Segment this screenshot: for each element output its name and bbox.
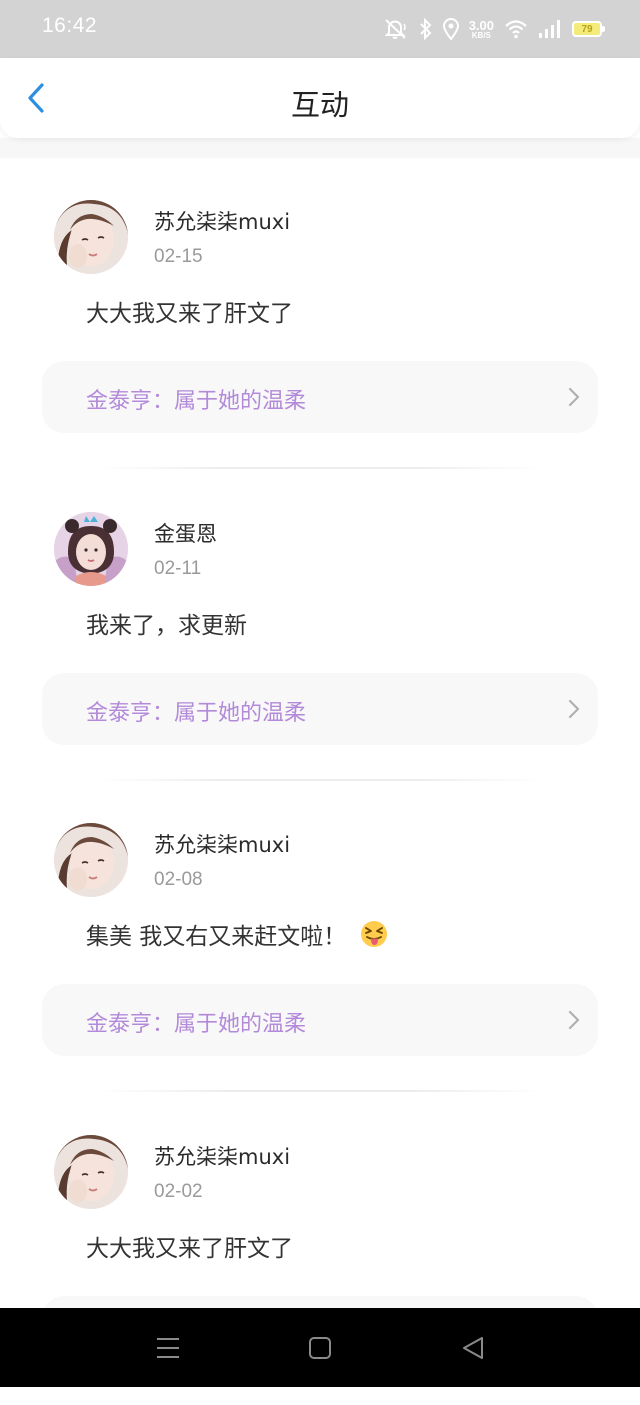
net-speed-unit: KB/S (471, 30, 491, 40)
comment-date: 02-08 (154, 869, 203, 890)
signal-icon (538, 19, 562, 39)
comment-date: 02-11 (154, 558, 202, 579)
divider (96, 467, 544, 469)
avatar[interactable] (54, 512, 128, 586)
nav-bar: 互动 (0, 58, 640, 138)
page-title: 互动 (290, 88, 349, 122)
comment-text: 集美 我又右又来赶文啦！ (86, 917, 388, 951)
username[interactable]: 金蛋恩 (154, 518, 217, 548)
mute-icon (383, 18, 409, 40)
status-bar: 16:42 3.00 KB/S 79 (0, 0, 640, 58)
net-speed: 3.00 KB/S (469, 19, 494, 40)
battery-level: 79 (581, 23, 593, 35)
chevron-right-icon (568, 1010, 580, 1030)
net-speed-value: 3.00 (468, 17, 494, 33)
feed-item: 苏允柒柒muxi 02-08 集美 我又右又来赶文啦！ 金泰亨：属于她的温柔 (0, 781, 640, 1093)
divider (96, 1090, 544, 1092)
chevron-right-icon (568, 387, 580, 407)
back-triangle-icon[interactable] (458, 1334, 488, 1362)
username[interactable]: 苏允柒柒muxi (154, 206, 290, 236)
squinting-tongue-emoji (360, 920, 388, 948)
battery-icon: 79 (572, 21, 605, 37)
username[interactable]: 苏允柒柒muxi (154, 1141, 290, 1171)
wifi-icon (504, 19, 528, 39)
feed-item: 苏允柒柒muxi 02-15 大大我又来了肝文了 金泰亨：属于她的温柔 (0, 158, 640, 470)
menu-icon[interactable] (153, 1334, 183, 1362)
home-icon[interactable] (305, 1334, 335, 1362)
work-title: 金泰亨：属于她的温柔 (86, 1012, 307, 1037)
avatar[interactable] (54, 1135, 128, 1209)
work-link-card[interactable]: 金泰亨：属于她的温柔 (42, 361, 598, 433)
chevron-right-icon (568, 699, 580, 719)
work-link-card[interactable]: 金泰亨：属于她的温柔 (42, 984, 598, 1056)
comment-text: 我来了，求更新 (86, 606, 247, 640)
comment-body: 大大我又来了肝文了 (86, 1236, 293, 1262)
location-icon (442, 18, 459, 40)
avatar[interactable] (54, 823, 128, 897)
status-time: 16:42 (42, 14, 98, 37)
status-icons: 3.00 KB/S 79 (383, 14, 605, 44)
comment-text: 大大我又来了肝文了 (86, 294, 293, 328)
bluetooth-icon (419, 18, 433, 40)
feed-item: 金蛋恩 02-11 我来了，求更新 金泰亨：属于她的温柔 (0, 470, 640, 782)
work-link-card[interactable]: 金泰亨：属于她的温柔 (42, 673, 598, 745)
work-title: 金泰亨：属于她的温柔 (86, 389, 307, 414)
comment-body: 我来了，求更新 (86, 613, 247, 639)
comment-body: 大大我又来了肝文了 (86, 301, 293, 327)
header-gap (0, 138, 640, 158)
comment-body: 集美 我又右又来赶文啦！ (86, 924, 347, 950)
comment-text: 大大我又来了肝文了 (86, 1229, 293, 1263)
system-nav-bar (0, 1308, 640, 1387)
work-title: 金泰亨：属于她的温柔 (86, 701, 307, 726)
comment-date: 02-15 (154, 246, 203, 267)
avatar[interactable] (54, 200, 128, 274)
username[interactable]: 苏允柒柒muxi (154, 829, 290, 859)
comment-date: 02-02 (154, 1181, 203, 1202)
